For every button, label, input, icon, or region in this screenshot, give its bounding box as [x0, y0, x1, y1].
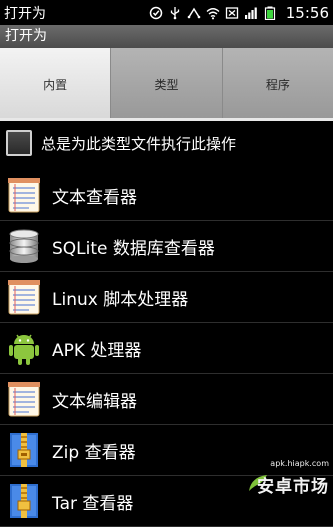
notepad-icon [8, 382, 40, 417]
list-item-text-viewer[interactable]: 文本查看器 [0, 170, 333, 221]
list-item-linux-script-handler[interactable]: Linux 脚本处理器 [0, 272, 333, 323]
list-item-text-editor[interactable]: 文本编辑器 [0, 374, 333, 425]
zip-archive-icon [10, 433, 38, 467]
list-item-label: 文本查看器 [52, 187, 137, 208]
status-clock: 15:56 [285, 3, 329, 22]
usb-debug-icon [187, 7, 201, 18]
tab-builtin[interactable]: 内置 [0, 48, 112, 120]
signal-icon [244, 7, 257, 19]
sd-card-icon [225, 6, 238, 19]
always-checkbox[interactable] [6, 130, 32, 156]
list-item-label: Tar 查看器 [52, 493, 134, 514]
list-item-label: 文本编辑器 [52, 391, 137, 412]
battery-icon [264, 6, 275, 20]
watermark-url: apk.hiapk.com [270, 459, 329, 468]
usb-icon [170, 6, 179, 19]
alarm-icon [149, 6, 163, 19]
status-icons: 15:56 [149, 4, 329, 22]
wifi-icon [206, 7, 220, 19]
android-icon [9, 334, 39, 365]
zip-archive-icon [10, 484, 38, 518]
tab-program[interactable]: 程序 [222, 48, 333, 120]
list-item-label: SQLite 数据库查看器 [52, 238, 215, 259]
database-icon [9, 229, 39, 263]
list-item-apk-handler[interactable]: APK 处理器 [0, 323, 333, 374]
tab-indicator [0, 118, 333, 121]
always-option-row[interactable]: 总是为此类型文件执行此操作 [0, 122, 333, 164]
status-bar: 打开为 15:56 [0, 0, 333, 25]
dialog-title: 打开为 [0, 25, 333, 48]
status-notification-text: 打开为 [4, 5, 46, 22]
list-item-sqlite-viewer[interactable]: SQLite 数据库查看器 [0, 221, 333, 272]
always-option-label: 总是为此类型文件执行此操作 [41, 134, 237, 153]
tab-type[interactable]: 类型 [111, 48, 223, 120]
notepad-icon [8, 178, 40, 213]
notepad-icon [8, 280, 40, 315]
list-item-label: Zip 查看器 [52, 442, 136, 463]
watermark-text: 安卓市场 [257, 477, 329, 497]
list-item-label: APK 处理器 [52, 340, 142, 361]
list-item-label: Linux 脚本处理器 [52, 289, 189, 310]
tab-bar: 内置 类型 程序 [0, 48, 333, 120]
watermark: apk.hiapk.com 安卓市场 [245, 459, 331, 497]
